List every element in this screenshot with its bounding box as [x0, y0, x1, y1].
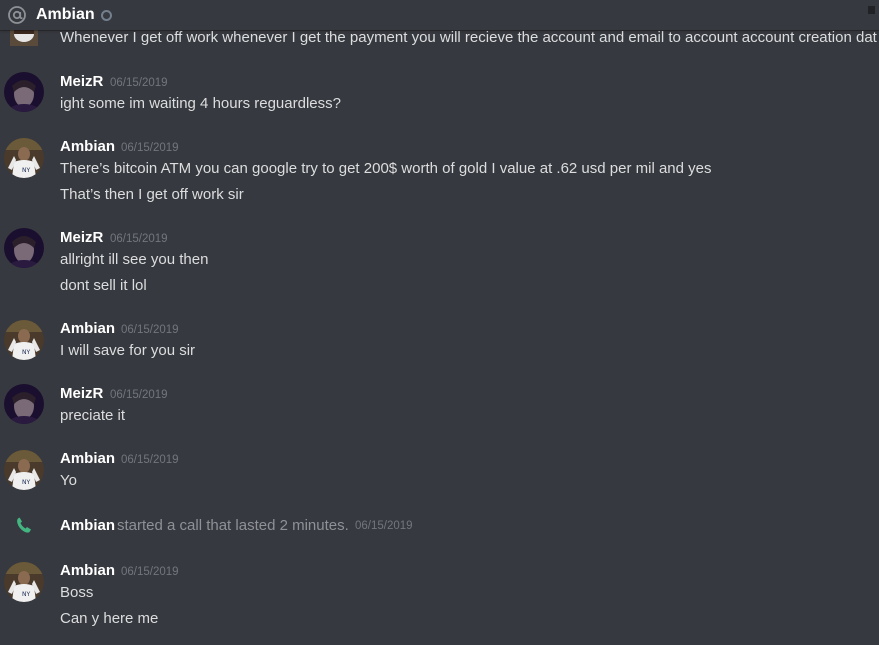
message-text: Yo	[60, 472, 77, 489]
avatar[interactable]	[4, 228, 44, 268]
message-text: There’s bitcoin ATM you can google try t…	[60, 160, 712, 177]
message-text: Can y here me	[60, 610, 159, 627]
username[interactable]: MeizR	[60, 229, 103, 247]
message-text: preciate it	[60, 407, 126, 424]
message-list[interactable]: Whenever I get off work whenever I get t…	[0, 0, 879, 645]
window-edge	[868, 6, 875, 14]
at-icon	[6, 4, 28, 26]
timestamp: 06/15/2019	[121, 454, 179, 466]
username[interactable]: Ambian	[60, 562, 115, 580]
username[interactable]: Ambian	[60, 450, 115, 468]
svg-text:NY: NY	[22, 167, 30, 174]
avatar[interactable]: NY	[4, 450, 44, 490]
message-text: That’s then I get off work sir	[60, 186, 244, 203]
svg-text:NY: NY	[22, 591, 30, 598]
avatar[interactable]: NY	[4, 320, 44, 360]
avatar-partial[interactable]	[10, 30, 38, 46]
username[interactable]: Ambian	[60, 320, 115, 338]
username[interactable]: MeizR	[60, 385, 103, 403]
avatar[interactable]: NY	[4, 562, 44, 602]
avatar[interactable]	[4, 384, 44, 424]
message-text: ight some im waiting 4 hours reguardless…	[60, 95, 341, 112]
svg-text:NY: NY	[22, 479, 30, 486]
call-author[interactable]: Ambian	[60, 517, 115, 535]
call-text: started a call that lasted 2 minutes.	[117, 517, 349, 534]
message-text: Boss	[60, 584, 94, 601]
timestamp: 06/15/2019	[121, 324, 179, 336]
message-text: Whenever I get off work whenever I get t…	[60, 29, 877, 46]
avatar[interactable]	[4, 72, 44, 112]
svg-text:NY: NY	[22, 349, 30, 356]
channel-header: Ambian	[0, 0, 879, 30]
message-text: dont sell it lol	[60, 277, 147, 294]
username[interactable]: Ambian	[60, 138, 115, 156]
message-text: allright ill see you then	[60, 251, 209, 268]
username[interactable]: MeizR	[60, 73, 103, 91]
timestamp: 06/15/2019	[110, 389, 168, 401]
channel-title[interactable]: Ambian	[36, 6, 95, 24]
status-offline-icon	[100, 9, 112, 21]
timestamp: 06/15/2019	[355, 520, 413, 532]
phone-icon	[14, 515, 34, 535]
message-text: I will save for you sir	[60, 342, 196, 359]
timestamp: 06/15/2019	[121, 142, 179, 154]
avatar[interactable]: NY	[4, 138, 44, 178]
timestamp: 06/15/2019	[121, 566, 179, 578]
timestamp: 06/15/2019	[110, 233, 168, 245]
timestamp: 06/15/2019	[110, 77, 168, 89]
